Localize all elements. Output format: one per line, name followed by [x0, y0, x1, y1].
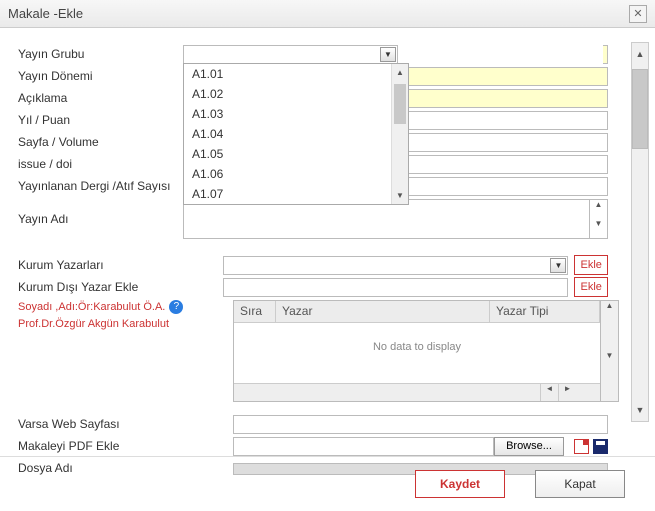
form-body: Yayın Grubu ▼ A1.01 A1.02 A1.03 A1.04 A1…	[0, 28, 655, 456]
dropdown-scrollbar[interactable]: ▲ ▼	[391, 64, 408, 204]
title-bar: Makale -Ekle ✕	[0, 0, 655, 28]
scroll-left-icon[interactable]: ◄	[540, 384, 558, 401]
kurum-yazarlari-combo[interactable]: ▼	[223, 256, 568, 275]
grid-body: No data to display	[234, 323, 600, 383]
dropdown-item[interactable]: A1.07	[184, 184, 408, 204]
chevron-down-icon[interactable]: ▼	[550, 258, 566, 273]
scroll-thumb[interactable]	[632, 69, 648, 149]
help-icon[interactable]: ?	[169, 300, 183, 314]
dropdown-item[interactable]: A1.01	[184, 64, 408, 84]
grid-footer: ◄►	[234, 383, 600, 401]
dropdown-item[interactable]: A1.03	[184, 104, 408, 124]
label-kurum-yazarlari: Kurum Yazarları	[18, 258, 223, 272]
chevron-down-icon[interactable]: ▼	[380, 47, 396, 62]
yayin-adi-textarea[interactable]	[183, 199, 590, 239]
web-input[interactable]	[233, 415, 608, 434]
ekle-button-1[interactable]: Ekle	[574, 255, 608, 275]
dropdown-item[interactable]: A1.06	[184, 164, 408, 184]
up-icon[interactable]: ▲	[601, 301, 618, 351]
down-icon[interactable]: ▼	[590, 219, 607, 238]
grid-vscroll[interactable]: ▲▼	[601, 300, 619, 402]
dropdown-item[interactable]: A1.05	[184, 144, 408, 164]
yayin-adi-spinner[interactable]: ▲▼	[590, 199, 608, 239]
scroll-down-icon[interactable]: ▼	[632, 399, 648, 421]
window-title: Makale -Ekle	[8, 6, 83, 21]
yayin-grubu-combo[interactable]: ▼	[183, 45, 398, 64]
scroll-down-icon[interactable]: ▼	[392, 187, 408, 204]
dropdown-item[interactable]: A1.02	[184, 84, 408, 104]
kapat-button[interactable]: Kapat	[535, 470, 625, 498]
pdf-path-input[interactable]	[233, 437, 494, 456]
window-close-button[interactable]: ✕	[629, 5, 647, 23]
kaydet-button[interactable]: Kaydet	[415, 470, 505, 498]
footer: Kaydet Kapat	[0, 456, 655, 511]
kurum-disi-input[interactable]	[223, 278, 568, 297]
browse-button[interactable]: Browse...	[494, 437, 564, 456]
save-icon[interactable]	[593, 439, 608, 454]
yayin-grubu-dropdown: A1.01 A1.02 A1.03 A1.04 A1.05 A1.06 A1.0…	[183, 63, 409, 205]
label-dergi-atif: Yayınlanan Dergi /Atıf Sayısı	[18, 179, 183, 193]
label-aciklama: Açıklama	[18, 91, 183, 105]
col-sira[interactable]: Sıra	[234, 301, 276, 322]
label-yayin-adi: Yayın Adı	[18, 212, 183, 226]
up-icon[interactable]: ▲	[590, 200, 607, 219]
label-issue-doi: issue / doi	[18, 157, 183, 171]
label-pdf-ekle: Makaleyi PDF Ekle	[18, 439, 233, 453]
grid-header: Sıra Yazar Yazar Tipi	[234, 301, 600, 323]
label-yayin-donemi: Yayın Dönemi	[18, 69, 183, 83]
yayin-grubu-extra[interactable]	[603, 45, 608, 64]
main-scrollbar[interactable]: ▲ ▼	[631, 42, 649, 422]
authors-grid: Sıra Yazar Yazar Tipi No data to display…	[233, 300, 601, 402]
label-yayin-grubu: Yayın Grubu	[18, 47, 183, 61]
scroll-up-icon[interactable]: ▲	[632, 43, 648, 65]
col-yazar[interactable]: Yazar	[276, 301, 490, 322]
scroll-thumb[interactable]	[394, 84, 406, 124]
label-sayfa-volume: Sayfa / Volume	[18, 135, 183, 149]
hint-soyadi: Soyadı ,Adı:Ör:Karabulut Ö.A.?	[18, 298, 233, 316]
grid-empty-text: No data to display	[234, 341, 600, 353]
ekle-button-2[interactable]: Ekle	[574, 277, 608, 297]
scroll-right-icon[interactable]: ►	[558, 384, 576, 401]
hint-prof: Prof.Dr.Özgür Akgün Karabulut	[18, 316, 233, 332]
pdf-icon[interactable]	[574, 439, 589, 454]
label-varsa-web: Varsa Web Sayfası	[18, 417, 233, 431]
down-icon[interactable]: ▼	[601, 351, 618, 401]
col-tip[interactable]: Yazar Tipi	[490, 301, 600, 322]
scroll-up-icon[interactable]: ▲	[392, 64, 408, 81]
label-kurum-disi: Kurum Dışı Yazar Ekle	[18, 280, 223, 294]
dropdown-item[interactable]: A1.04	[184, 124, 408, 144]
label-yil-puan: Yıl / Puan	[18, 113, 183, 127]
